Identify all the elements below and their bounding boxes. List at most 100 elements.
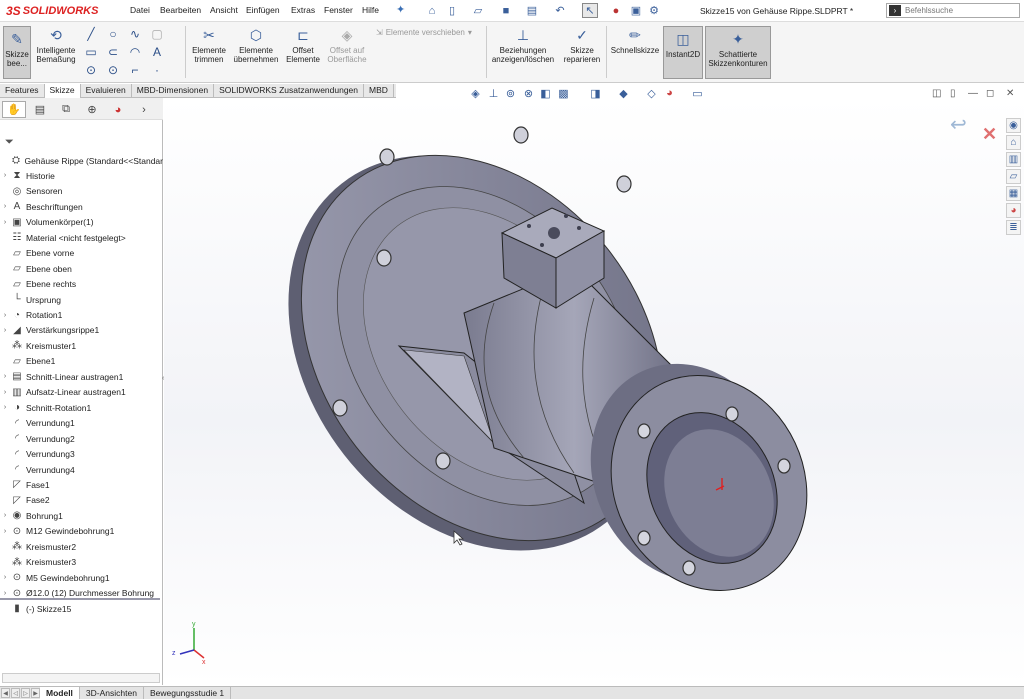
tile-icon[interactable]: ▯: [950, 88, 956, 99]
configuration-manager-tab-icon[interactable]: ⧉: [54, 101, 78, 118]
expand-arrow-icon[interactable]: ›: [0, 373, 10, 380]
tab-evaluieren[interactable]: Evaluieren: [81, 84, 132, 98]
expand-arrow-icon[interactable]: ›: [0, 528, 10, 535]
last-tab-arrow-icon[interactable]: ▶: [31, 688, 40, 698]
tab-modell[interactable]: Modell: [40, 687, 80, 699]
tree-item[interactable]: › ▤ Schnitt-Linear austragen1: [0, 369, 163, 384]
tree-item[interactable]: ▱ Ebene oben: [0, 261, 163, 276]
convert-entities-button[interactable]: ⬡ Elemente übernehmen: [232, 26, 280, 65]
display-relations-button[interactable]: ⊥ Beziehungen anzeigen/löschen: [490, 26, 556, 65]
menu-extras[interactable]: Extras: [291, 5, 315, 15]
expand-arrow-icon[interactable]: ›: [0, 574, 10, 581]
polygon-icon[interactable]: ⊙: [106, 63, 120, 77]
offset-surface-button[interactable]: ◈ Offset auf Oberfläche: [324, 26, 370, 65]
arc-icon[interactable]: ◠: [128, 45, 142, 59]
menu-ansicht[interactable]: Ansicht: [210, 5, 238, 15]
print-icon[interactable]: ▤: [524, 3, 540, 18]
dynamic-annotation-icon[interactable]: ◧: [538, 86, 553, 100]
tree-item[interactable]: ⁂ Kreismuster1: [0, 338, 163, 353]
shaded-sketch-contours-button[interactable]: ✦ Schattierte Skizzenkonturen: [705, 26, 771, 79]
tab-mbd-dimensionen[interactable]: MBD-Dimensionen: [132, 84, 215, 98]
open-icon[interactable]: ▱: [470, 3, 486, 18]
slot-straight-icon[interactable]: ⊙: [84, 63, 98, 77]
tree-item[interactable]: ◜ Verrundung1: [0, 416, 163, 431]
file-explorer-icon[interactable]: ▱: [1006, 169, 1021, 184]
trim-entities-button[interactable]: ✂ Elemente trimmen: [190, 26, 228, 65]
tab-zusatzanwendungen[interactable]: SOLIDWORKS Zusatzanwendungen: [214, 84, 365, 98]
expand-arrow-icon[interactable]: ›: [0, 404, 10, 411]
menu-datei[interactable]: Datei: [130, 5, 150, 15]
maximize-icon[interactable]: ◻: [986, 88, 994, 99]
design-library-icon[interactable]: ▥: [1006, 152, 1021, 167]
surface-icon[interactable]: ▢: [150, 27, 164, 41]
edit-sketch-button[interactable]: ✎ Skizze bee...: [3, 26, 31, 79]
menu-hilfe[interactable]: Hilfe: [362, 5, 379, 15]
menu-einfuegen[interactable]: Einfügen: [246, 5, 280, 15]
close-icon[interactable]: ✕: [1006, 88, 1014, 99]
fillet-sketch-icon[interactable]: ⌐: [128, 63, 142, 77]
zoom-to-fit-icon[interactable]: ◈: [468, 86, 483, 100]
expand-arrow-icon[interactable]: ›: [0, 203, 10, 210]
prev-tab-arrow-icon[interactable]: ◁: [11, 688, 20, 698]
tab-features[interactable]: Features: [0, 84, 45, 98]
tree-item[interactable]: ◎ Sensoren: [0, 184, 163, 199]
undo-icon[interactable]: ↶: [552, 3, 568, 18]
options-gear-icon[interactable]: ⚙: [646, 3, 662, 18]
custom-properties-icon[interactable]: ≣: [1006, 220, 1021, 235]
confirm-sketch-icon[interactable]: ↩: [950, 112, 967, 137]
smart-dimension-button[interactable]: ⟲ Intelligente Bemaßung: [34, 26, 78, 65]
tree-item[interactable]: › ▣ Volumenkörper(1): [0, 215, 163, 230]
property-manager-tab-icon[interactable]: ▤: [28, 101, 52, 118]
rebuild-icon[interactable]: ●: [608, 3, 624, 18]
tab-bewegungsstudie[interactable]: Bewegungsstudie 1: [144, 687, 232, 699]
tree-item[interactable]: › ◑ Schnitt-Rotation1: [0, 400, 163, 415]
tree-item[interactable]: ☷ Material <nicht festgelegt>: [0, 230, 163, 245]
offset-entities-button[interactable]: ⊏ Offset Elemente: [284, 26, 322, 65]
hide-show-items-icon[interactable]: ◆: [616, 86, 631, 100]
expand-arrow-icon[interactable]: ›: [0, 219, 10, 226]
file-properties-icon[interactable]: ▣: [628, 3, 644, 18]
menu-fenster[interactable]: Fenster: [324, 5, 353, 15]
rectangle-icon[interactable]: ▭: [84, 45, 98, 59]
tree-item[interactable]: ◜ Verrundung4: [0, 462, 163, 477]
expand-arrow-icon[interactable]: ›: [0, 172, 10, 179]
tree-item[interactable]: › ◢ Verstärkungsrippe1: [0, 323, 163, 338]
minimize-icon[interactable]: —: [968, 88, 978, 99]
view-palette-icon[interactable]: ▦: [1006, 186, 1021, 201]
rollback-bar[interactable]: [0, 598, 160, 600]
section-view-icon[interactable]: ⊗: [521, 86, 536, 100]
display-style-icon[interactable]: ◨: [588, 86, 603, 100]
tree-item[interactable]: ▮ (-) Skizze15: [0, 601, 163, 616]
tree-item[interactable]: ⁂ Kreismuster2: [0, 539, 163, 554]
view-orientation-icon[interactable]: ▩: [556, 86, 571, 100]
menu-bearbeiten[interactable]: Bearbeiten: [160, 5, 201, 15]
command-search-input[interactable]: › Befehlssuche: [886, 3, 1020, 18]
text-icon[interactable]: A: [150, 45, 164, 59]
tree-item[interactable]: └ Ursprung: [0, 292, 163, 307]
expand-arrow-icon[interactable]: ›: [0, 312, 10, 319]
tree-item[interactable]: › A Beschriftungen: [0, 199, 163, 214]
solidworks-logo[interactable]: 3S SOLIDWORKS: [6, 4, 98, 18]
circle-icon[interactable]: ○: [106, 27, 120, 41]
tree-item[interactable]: ⁂ Kreismuster3: [0, 555, 163, 570]
tree-item[interactable]: ◜ Verrundung3: [0, 447, 163, 462]
tree-item[interactable]: › ◉ Bohrung1: [0, 508, 163, 523]
tree-item[interactable]: › ⊙ M12 Gewindebohrung1: [0, 524, 163, 539]
previous-view-icon[interactable]: ⊚: [503, 86, 518, 100]
display-manager-tab-icon[interactable]: ◕: [106, 101, 130, 118]
expand-arrow-icon[interactable]: ›: [0, 389, 10, 396]
feature-manager-tab-icon[interactable]: ✋: [2, 101, 26, 118]
home-pane-icon[interactable]: ⌂: [1006, 135, 1021, 150]
first-tab-arrow-icon[interactable]: ◀: [1, 688, 10, 698]
next-tab-arrow-icon[interactable]: ▷: [21, 688, 30, 698]
spline-icon[interactable]: ∿: [128, 27, 142, 41]
point-icon[interactable]: ·: [150, 63, 164, 77]
tree-item[interactable]: › ▥ Aufsatz-Linear austragen1: [0, 385, 163, 400]
move-entities-button[interactable]: ⇲ Elemente verschieben ▾: [376, 28, 472, 37]
line-icon[interactable]: ╱: [84, 27, 98, 41]
solidworks-resources-icon[interactable]: ◉: [1006, 118, 1021, 133]
dimxpert-tab-icon[interactable]: ⊕: [80, 101, 104, 118]
zoom-area-icon[interactable]: ⊥: [486, 86, 501, 100]
home-icon[interactable]: ⌂: [424, 3, 440, 18]
expand-arrow-icon[interactable]: ›: [0, 327, 10, 334]
